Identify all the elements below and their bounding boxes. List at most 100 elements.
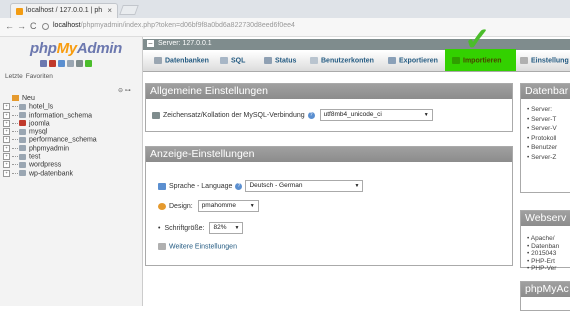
wrench-icon (520, 57, 528, 64)
help-icon[interactable] (58, 60, 65, 67)
tree-connector (12, 114, 18, 116)
forward-icon[interactable]: → (17, 21, 26, 31)
bullet-icon: • (158, 224, 161, 232)
collapse-nav-icon[interactable]: – (147, 40, 154, 47)
expand-icon[interactable]: + (3, 136, 10, 144)
tree-item-label: mysql (29, 128, 48, 136)
chevron-down-icon: ▼ (423, 112, 429, 118)
tree-item-wordpress[interactable]: + wordpress (3, 161, 97, 169)
tree-item-performance-schema[interactable]: + performance_schema (3, 136, 97, 144)
recent-tab[interactable]: Letzte (5, 73, 23, 80)
nav-icon-row (40, 60, 94, 68)
tree-item-joomla[interactable]: + joomla (3, 119, 97, 128)
tree-item-test[interactable]: + test (3, 153, 97, 161)
wrench-icon (158, 243, 166, 250)
info-icon[interactable] (42, 23, 49, 30)
expand-icon[interactable]: + (3, 128, 10, 136)
navigation-panel: phpMyAdmin Letzte Favoriten ⊖ ⊶ Neu + hote… (0, 37, 143, 306)
language-select[interactable]: Deutsch - German ▼ (245, 180, 364, 192)
database-icon (19, 120, 26, 127)
expand-icon[interactable]: + (3, 161, 10, 169)
menu-accounts[interactable]: Benutzerkonten (310, 57, 374, 64)
accounts-icon (310, 57, 318, 64)
tree-item-wp-datenbank[interactable]: + wp-datenbank (3, 169, 97, 178)
server-label[interactable]: Server: 127.0.0.1 (158, 40, 212, 47)
chevron-down-icon: ▼ (234, 225, 240, 231)
status-icon (264, 57, 272, 64)
database-tree: Neu + hotel_ls + information_schema + joomla +… (3, 95, 97, 178)
info-list-item: • 2015043 (527, 250, 557, 257)
logout-icon[interactable] (49, 60, 56, 67)
database-icon (19, 136, 26, 143)
favorites-tab[interactable]: Favoriten (26, 73, 53, 80)
webserver-panel: Webserv • Apache/• Datenban • 2015043 • PH… (520, 210, 570, 272)
menu-databases[interactable]: Datenbanken (154, 57, 209, 64)
info-list-item: • Apache/ (527, 235, 555, 242)
fontsize-row: • Schriftgröße: 82% ▼ (158, 222, 244, 234)
general-settings-panel: Allgemeine Einstellungen Zeichensatz/Kol… (145, 83, 513, 132)
info-list-item: • Datenban (527, 242, 560, 250)
info-list-item: • Server: (527, 106, 553, 113)
tree-connector (12, 106, 18, 108)
sql-icon (220, 57, 228, 64)
tree-item-phpmyadmin[interactable]: + phpmyadmin (3, 144, 97, 153)
tree-item-label: performance_schema (29, 136, 97, 144)
info-list-item: • Protokoll (527, 134, 557, 142)
help-icon[interactable]: ? (235, 182, 243, 190)
tree-item-new[interactable]: Neu (3, 95, 97, 103)
close-tab-icon[interactable]: × (107, 6, 112, 15)
expand-icon[interactable]: + (3, 169, 10, 177)
expand-icon[interactable]: + (3, 144, 10, 152)
collation-select[interactable]: utf8mb4_unicode_ci ▼ (319, 109, 433, 121)
info-list-item: • Server-T (527, 115, 557, 123)
new-tab-button[interactable] (119, 5, 139, 15)
database-server-title: Datenbar (521, 84, 570, 99)
expand-icon[interactable]: + (3, 111, 10, 119)
new-db-icon (12, 95, 19, 102)
info-list-item: • PHP-Ver (527, 265, 557, 272)
checkmark-icon: ✓ (464, 21, 491, 57)
tree-item-information-schema[interactable]: + information_schema (3, 111, 97, 120)
tree-item-label: test (29, 153, 41, 161)
collapse-all-icon[interactable]: ⊖ ⊶ (118, 87, 131, 94)
home-icon[interactable] (40, 60, 47, 67)
language-icon (158, 182, 166, 190)
info-list-item: • PHP-Ert (527, 257, 555, 265)
more-settings-link[interactable]: Weitere Einstellungen (169, 243, 237, 250)
reload-nav-icon[interactable] (85, 60, 92, 67)
tree-item-label: hotel_ls (29, 103, 54, 111)
browser-tab-bar: localhost / 127.0.0.1 | ph × (0, 0, 570, 18)
design-row: Design: pmahomme ▼ (158, 200, 259, 212)
help-icon[interactable]: ? (307, 111, 315, 119)
tree-connector (12, 164, 18, 166)
menu-sql[interactable]: SQL (220, 57, 245, 64)
back-icon[interactable]: ← (5, 21, 14, 31)
expand-icon[interactable]: + (3, 119, 10, 127)
fontsize-select[interactable]: 82% ▼ (209, 222, 244, 234)
expand-icon[interactable]: + (3, 153, 10, 161)
display-settings-panel: Anzeige-Einstellungen Sprache - Language… (145, 146, 513, 266)
menu-status[interactable]: Status (264, 57, 296, 64)
tree-item-hotel-ls[interactable]: + hotel_ls (3, 103, 97, 111)
settings-icon[interactable] (76, 60, 83, 67)
browser-tab[interactable]: localhost / 127.0.0.1 | ph × (10, 3, 118, 18)
language-row: Sprache - Language? Deutsch - German ▼ (158, 180, 364, 192)
menu-settings[interactable]: Einstellung (520, 57, 569, 64)
database-icon (19, 103, 26, 110)
tree-item-mysql[interactable]: + mysql (3, 128, 97, 136)
import-icon (452, 57, 460, 64)
phpmyadmin-logo[interactable]: phpMyAdmin (30, 40, 122, 57)
tree-item-label: information_schema (29, 111, 93, 119)
expand-icon[interactable]: + (3, 103, 10, 111)
phpmyadmin-info-panel: phpMyAc (520, 281, 570, 311)
menu-export[interactable]: Exportieren (388, 57, 438, 64)
design-select[interactable]: pmahomme ▼ (197, 200, 259, 212)
url-field[interactable]: localhost/phpmyadmin/index.php?token=d06… (53, 22, 295, 29)
database-icon (19, 128, 26, 135)
docs-icon[interactable] (67, 60, 74, 67)
reload-icon[interactable]: C (30, 21, 37, 31)
menu-import[interactable]: Importieren (452, 57, 502, 64)
database-icon (19, 170, 26, 177)
url-host: localhost (53, 22, 81, 29)
tree-connector (12, 139, 18, 141)
